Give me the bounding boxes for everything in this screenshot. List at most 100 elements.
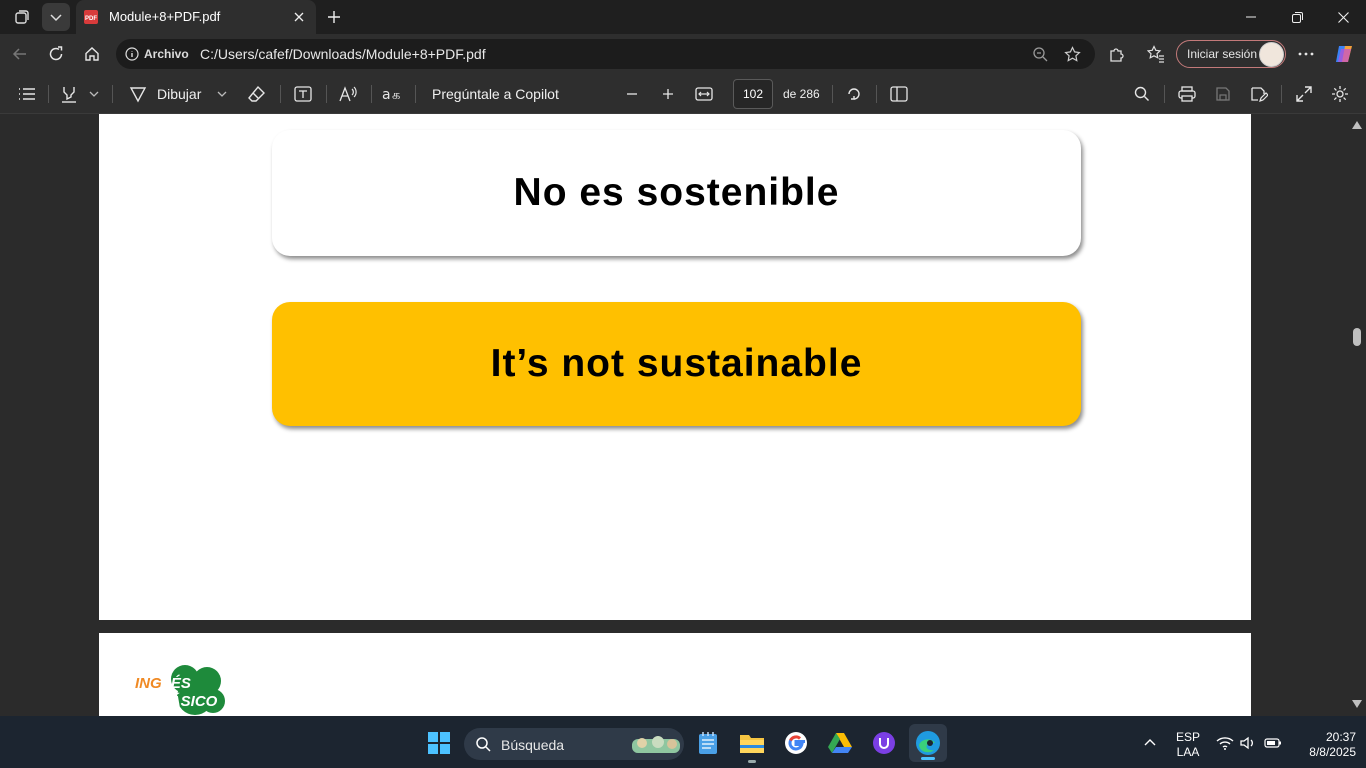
separator xyxy=(112,85,113,103)
favorite-button[interactable] xyxy=(1062,44,1082,64)
language-indicator[interactable]: ESP LAA xyxy=(1172,730,1204,760)
read-aloud-button[interactable] xyxy=(337,84,359,104)
fit-width-icon xyxy=(695,87,713,101)
rotate-button[interactable] xyxy=(843,84,865,104)
clock[interactable]: 20:37 8/8/2025 xyxy=(1290,730,1356,760)
refresh-button[interactable] xyxy=(44,42,68,66)
close-icon xyxy=(294,12,304,22)
taskbar-edge[interactable] xyxy=(909,724,947,762)
separator xyxy=(48,85,49,103)
extensions-button[interactable] xyxy=(1104,42,1128,66)
minimize-button[interactable] xyxy=(1228,0,1274,34)
home-button[interactable] xyxy=(80,42,104,66)
draw-icon-wrap[interactable] xyxy=(127,84,149,104)
signin-button[interactable]: Iniciar sesión xyxy=(1176,40,1286,68)
draw-options-button[interactable] xyxy=(214,86,230,102)
copilot-button[interactable] xyxy=(1331,41,1357,67)
google-drive-icon xyxy=(828,733,852,753)
avatar xyxy=(1259,42,1284,67)
puzzle-icon xyxy=(1109,47,1124,62)
zoom-out-button[interactable] xyxy=(622,84,642,104)
favorites-star-icon xyxy=(1147,45,1164,63)
arrow-left-icon xyxy=(12,48,26,60)
separator xyxy=(415,85,416,103)
taskbar-search[interactable]: Búsqueda xyxy=(464,728,684,760)
minimize-icon xyxy=(1246,16,1256,18)
search-placeholder: Búsqueda xyxy=(501,737,565,753)
erase-button[interactable] xyxy=(246,84,268,104)
add-text-button[interactable] xyxy=(292,84,314,104)
new-tab-button[interactable] xyxy=(320,3,348,31)
highlight-options-button[interactable] xyxy=(86,86,102,102)
page-number-input[interactable]: 102 xyxy=(733,79,773,109)
tab-active[interactable]: PDF Module+8+PDF.pdf xyxy=(76,0,316,34)
close-tab-button[interactable] xyxy=(290,8,308,26)
save-button[interactable] xyxy=(1212,84,1234,104)
close-window-button[interactable] xyxy=(1320,0,1366,34)
show-hidden-icons-button[interactable] xyxy=(1140,732,1160,752)
taskbar-file-explorer[interactable] xyxy=(737,728,767,763)
back-button[interactable] xyxy=(8,42,32,66)
rotate-icon xyxy=(848,88,860,100)
taskbar: Búsqueda ESP LAA 20:37 8/8/2025 xyxy=(0,716,1366,768)
zoom-in-button[interactable] xyxy=(658,84,678,104)
translate-button[interactable]: aக xyxy=(381,84,405,104)
google-icon xyxy=(785,732,807,754)
restore-icon xyxy=(1291,11,1303,23)
taskbar-app-u[interactable] xyxy=(869,728,899,758)
printer-icon xyxy=(1178,86,1196,102)
logo-line1-les: LÉS xyxy=(161,675,191,692)
windows-logo-icon xyxy=(428,732,450,754)
contents-button[interactable] xyxy=(16,84,38,104)
separator xyxy=(371,85,372,103)
close-icon xyxy=(1337,11,1349,23)
print-button[interactable] xyxy=(1176,84,1198,104)
more-menu-button[interactable] xyxy=(1294,42,1318,66)
favorites-button[interactable] xyxy=(1144,42,1168,66)
star-icon xyxy=(1063,45,1081,62)
address-bar[interactable]: Archivo C:/Users/cafef/Downloads/Module+… xyxy=(116,39,1095,69)
pdf-viewport[interactable]: No es sostenible It’s not sustainable IN… xyxy=(0,114,1366,716)
separator xyxy=(1164,85,1165,103)
spanish-phrase: No es sostenible xyxy=(513,171,840,214)
find-button[interactable] xyxy=(1131,84,1153,104)
restore-button[interactable] xyxy=(1274,0,1320,34)
tab-actions-button[interactable] xyxy=(42,3,70,31)
highlight-button[interactable] xyxy=(58,84,80,104)
scroll-up-icon[interactable] xyxy=(1352,121,1362,129)
english-phrase-card: It’s not sustainable xyxy=(272,302,1081,426)
chevron-down-icon xyxy=(89,91,99,97)
page-total: de 286 xyxy=(783,87,820,101)
chevron-down-icon xyxy=(217,91,227,97)
taskbar-google[interactable] xyxy=(781,728,811,758)
english-phrase: It’s not sustainable xyxy=(490,342,863,385)
fit-width-button[interactable] xyxy=(693,84,715,104)
zoom-indicator-button[interactable] xyxy=(1030,44,1050,64)
separator xyxy=(280,85,281,103)
search-icon xyxy=(476,737,491,752)
draw-button[interactable]: Dibujar xyxy=(157,86,201,102)
refresh-icon xyxy=(49,46,63,61)
ellipsis-icon xyxy=(1298,52,1314,56)
taskbar-google-drive[interactable] xyxy=(825,728,855,758)
scroll-down-icon[interactable] xyxy=(1352,700,1362,708)
expand-icon xyxy=(1296,86,1312,102)
save-as-button[interactable] xyxy=(1248,84,1270,104)
svg-text:PDF: PDF xyxy=(85,16,97,22)
tab-title: Module+8+PDF.pdf xyxy=(109,9,221,24)
title-bar: PDF Module+8+PDF.pdf xyxy=(0,0,1366,34)
scrollbar-thumb[interactable] xyxy=(1353,328,1361,346)
ask-copilot-button[interactable]: Pregúntale a Copilot xyxy=(432,86,559,102)
page-view-button[interactable] xyxy=(888,84,910,104)
vertical-scrollbar[interactable] xyxy=(1347,114,1366,716)
fullscreen-button[interactable] xyxy=(1293,84,1315,104)
quick-settings-button[interactable] xyxy=(1214,732,1284,754)
active-indicator xyxy=(921,757,935,760)
workspaces-button[interactable] xyxy=(8,3,36,31)
logo-line1-ing: ING xyxy=(135,675,162,692)
pdf-toolbar: Dibujar aக Pregúntale a Copilot 102 de 2… xyxy=(0,74,1366,114)
taskbar-notepad[interactable] xyxy=(694,728,722,758)
pdf-page: No es sostenible It’s not sustainable xyxy=(99,114,1251,620)
settings-button[interactable] xyxy=(1329,83,1351,105)
start-button[interactable] xyxy=(424,728,454,758)
